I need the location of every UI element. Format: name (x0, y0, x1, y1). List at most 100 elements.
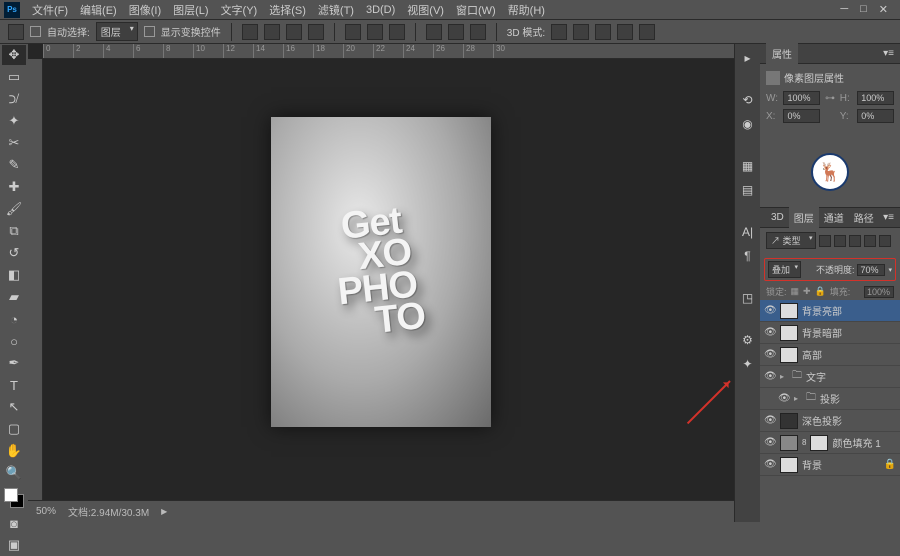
wand-tool[interactable]: ✦ (2, 111, 26, 131)
tab-layers[interactable]: 图层 (789, 207, 819, 228)
align-icon[interactable] (264, 24, 280, 40)
menu-filter[interactable]: 滤镜(T) (312, 2, 360, 18)
eyedropper-tool[interactable]: ✎ (2, 155, 26, 175)
crop-tool[interactable]: ✂ (2, 133, 26, 153)
maximize-icon[interactable]: □ (860, 3, 867, 16)
color-swatch[interactable] (4, 488, 24, 508)
layer-row[interactable]: 👁 ▸ 🗀 文字 (760, 366, 900, 388)
align-icon[interactable] (286, 24, 302, 40)
filter-kind[interactable]: ↗ 类型 (766, 232, 816, 249)
visibility-icon[interactable]: 👁 (764, 305, 776, 316)
history-panel-icon[interactable]: ⟲ (738, 90, 758, 110)
distribute-icon[interactable] (367, 24, 383, 40)
para-panel-icon[interactable]: ¶ (738, 246, 758, 266)
filter-icon[interactable] (864, 235, 876, 247)
menu-type[interactable]: 文字(Y) (215, 2, 264, 18)
layer-row[interactable]: 👁 背景暗部 (760, 322, 900, 344)
menu-window[interactable]: 窗口(W) (450, 2, 502, 18)
minimize-icon[interactable]: ─ (840, 3, 848, 16)
align-icon[interactable] (242, 24, 258, 40)
chevron-down-icon[interactable]: ▾ (888, 266, 892, 274)
nav-panel-icon[interactable]: ◳ (738, 288, 758, 308)
menu-image[interactable]: 图像(I) (123, 2, 167, 18)
menu-edit[interactable]: 编辑(E) (74, 2, 123, 18)
chevron-right-icon[interactable]: ▶ (161, 507, 167, 516)
show-transform-checkbox[interactable] (144, 26, 155, 37)
history-brush-tool[interactable]: ↺ (2, 243, 26, 263)
adjust-panel-icon[interactable]: ⚙ (738, 330, 758, 350)
distribute-icon[interactable] (389, 24, 405, 40)
group-arrow-icon[interactable]: ▸ (780, 372, 788, 381)
distribute-icon[interactable] (345, 24, 361, 40)
x-field[interactable]: 0% (783, 109, 820, 123)
gradient-tool[interactable]: ▰ (2, 287, 26, 307)
menu-select[interactable]: 选择(S) (263, 2, 312, 18)
lock-all-icon[interactable]: 🔒 (815, 286, 826, 297)
menu-help[interactable]: 帮助(H) (502, 2, 551, 18)
lock-pixels-icon[interactable]: ▦ (791, 286, 800, 297)
menu-view[interactable]: 视图(V) (401, 2, 450, 18)
layer-row[interactable]: 👁 背景亮部 (760, 300, 900, 322)
layer-row[interactable]: 👁 背景 🔒 (760, 454, 900, 476)
visibility-icon[interactable]: 👁 (764, 371, 776, 382)
mask-mode[interactable]: ◙ (2, 513, 26, 533)
artboard[interactable]: Get XO PHO TO (271, 117, 491, 427)
heal-tool[interactable]: ✚ (2, 177, 26, 197)
path-tool[interactable]: ↖ (2, 397, 26, 417)
auto-select-mode[interactable]: 图层 (96, 22, 138, 41)
filter-icon[interactable] (849, 235, 861, 247)
y-field[interactable]: 0% (857, 109, 894, 123)
zoom-level[interactable]: 50% (36, 506, 56, 517)
visibility-icon[interactable]: 👁 (764, 459, 776, 470)
lasso-tool[interactable]: ⟉ (2, 89, 26, 109)
tab-channels[interactable]: 通道 (819, 207, 849, 228)
tab-properties[interactable]: 属性 (766, 43, 798, 64)
filter-icon[interactable] (819, 235, 831, 247)
hand-tool[interactable]: ✋ (2, 441, 26, 461)
styles-panel-icon[interactable]: ✦ (738, 354, 758, 374)
filter-icon[interactable] (879, 235, 891, 247)
pen-tool[interactable]: ✒ (2, 353, 26, 373)
type-tool[interactable]: T (2, 375, 26, 395)
distribute-icon[interactable] (426, 24, 442, 40)
layer-row[interactable]: 👁 ▸ 🗀 投影 (760, 388, 900, 410)
visibility-icon[interactable]: 👁 (778, 393, 790, 404)
dodge-tool[interactable]: ○ (2, 331, 26, 351)
fill-field[interactable]: 100% (864, 286, 894, 298)
screen-mode[interactable]: ▣ (2, 535, 26, 555)
fg-color[interactable] (4, 488, 18, 502)
h-field[interactable]: 100% (857, 91, 894, 105)
layer-row[interactable]: 👁 深色投影 (760, 410, 900, 432)
move-tool[interactable]: ✥ (2, 45, 26, 65)
lock-position-icon[interactable]: ✚ (803, 286, 811, 297)
mode-3d-icon[interactable] (573, 24, 589, 40)
visibility-icon[interactable]: 👁 (764, 415, 776, 426)
visibility-icon[interactable]: 👁 (764, 327, 776, 338)
brush-tool[interactable]: 🖌 (2, 199, 26, 219)
panel-menu-icon[interactable]: ▾≡ (883, 48, 894, 59)
shape-tool[interactable]: ▢ (2, 419, 26, 439)
tab-paths[interactable]: 路径 (849, 207, 879, 228)
menu-3d[interactable]: 3D(D) (360, 4, 401, 16)
visibility-icon[interactable]: 👁 (764, 437, 776, 448)
layer-row[interactable]: 👁 高部 (760, 344, 900, 366)
close-icon[interactable]: ✕ (879, 3, 888, 16)
stamp-tool[interactable]: ⧉ (2, 221, 26, 241)
blur-tool[interactable]: ◔ (2, 309, 26, 329)
align-icon[interactable] (308, 24, 324, 40)
zoom-tool[interactable]: 🔍 (2, 463, 26, 483)
mode-3d-icon[interactable] (639, 24, 655, 40)
mode-3d-icon[interactable] (595, 24, 611, 40)
layer-row[interactable]: 👁 8 颜色填充 1 (760, 432, 900, 454)
expand-icon[interactable]: ▸ (738, 48, 758, 68)
marquee-tool[interactable]: ▭ (2, 67, 26, 87)
w-field[interactable]: 100% (783, 91, 820, 105)
visibility-icon[interactable]: 👁 (764, 349, 776, 360)
eraser-tool[interactable]: ◧ (2, 265, 26, 285)
filter-icon[interactable] (834, 235, 846, 247)
color-panel-icon[interactable]: ◉ (738, 114, 758, 134)
opacity-field[interactable]: 70% (857, 264, 885, 276)
char-panel-icon[interactable]: A| (738, 222, 758, 242)
blend-mode-select[interactable]: 叠加 (768, 261, 801, 278)
distribute-icon[interactable] (470, 24, 486, 40)
